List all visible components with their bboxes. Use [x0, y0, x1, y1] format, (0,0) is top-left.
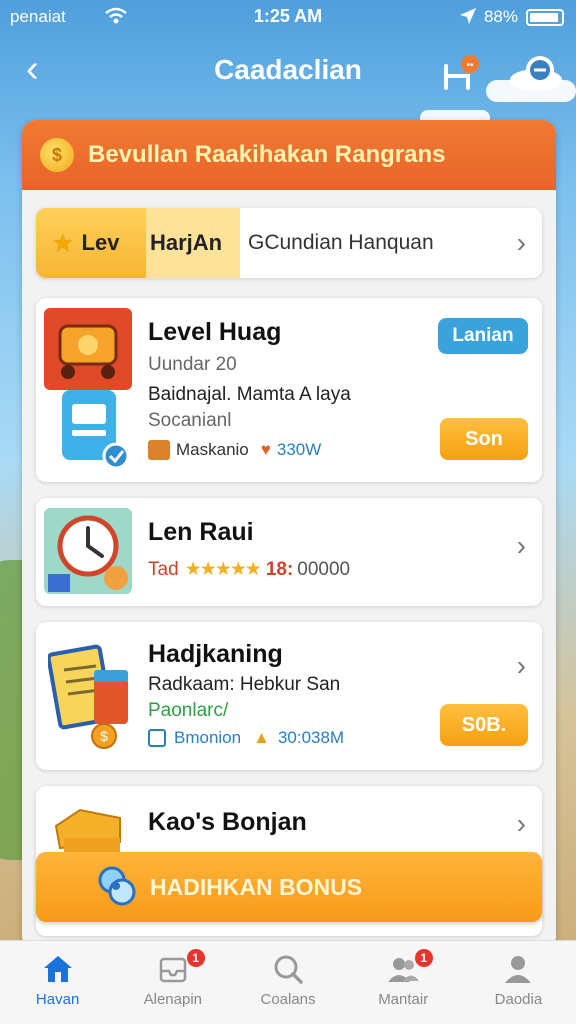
location-arrow-icon: [460, 8, 476, 24]
tab-bar: Havan 1 Alenapin Coalans 1 Mantair Daodi…: [0, 940, 576, 1024]
checkbox-icon: [148, 729, 166, 747]
item-caption: Paonlarc/: [148, 700, 229, 721]
clipboard-gift-icon: $: [48, 644, 128, 749]
app-header: ‹ Caadaclian ••: [0, 44, 576, 100]
level-name: HarjAn: [146, 208, 240, 278]
tab-home[interactable]: Havan: [0, 941, 115, 1024]
rating-count: 00000: [297, 558, 351, 580]
item-meta: Bmonion ▲ 30:038M: [148, 728, 344, 748]
meta-label: Maskanio: [176, 440, 249, 459]
main-card: $ Bevullan Raakihakan Rangrans ★ Lev Har…: [22, 120, 556, 950]
profile-icon: [505, 956, 532, 983]
tab-profile[interactable]: Daodia: [461, 941, 576, 1024]
notification-badge: 1: [186, 949, 205, 967]
inbox-icon: [159, 957, 187, 983]
page-title: Caadaclian: [214, 54, 362, 85]
tab-label: Havan: [35, 991, 80, 1008]
svg-text:••: ••: [466, 60, 474, 71]
bonus-button[interactable]: HADIHKAN BONUS: [36, 852, 542, 922]
list-item[interactable]: $ Hadjkaning Radkaam: Hebkur San Paonlar…: [36, 622, 542, 770]
svg-text:$: $: [100, 728, 108, 744]
bonus-label: HADIHKAN BONUS: [150, 873, 363, 900]
chevron-right-icon[interactable]: ›: [517, 808, 526, 840]
clock-game-icon: [44, 508, 132, 594]
chevron-right-icon[interactable]: ›: [517, 650, 526, 682]
item-description: Radkaam: Hebkur San: [148, 674, 341, 695]
level-segment: ★ Lev: [36, 208, 146, 278]
chevron-right-icon[interactable]: ›: [517, 530, 526, 562]
tab-label: Daodia: [494, 991, 543, 1008]
item-description: Baidnajal. Mamta A laya: [148, 384, 351, 405]
item-subtitle: Uundar 20: [148, 354, 237, 375]
meta-value: 330W: [276, 440, 322, 459]
home-icon: [43, 956, 72, 982]
meta-value: 30:038M: [277, 728, 345, 747]
notification-badge: 1: [414, 949, 433, 967]
search-icon: [274, 955, 303, 984]
battery-percent: 88%: [483, 7, 518, 26]
item-rating: Tad ★★★★★ 18: 00000: [148, 558, 350, 581]
tab-label: Alenapin: [143, 991, 202, 1008]
item-caption: Socanianl: [148, 410, 232, 431]
cloud-profile-icon[interactable]: [508, 50, 564, 94]
status-bar: penaiat 1:25 AM 88%: [0, 0, 576, 34]
action-button[interactable]: Son: [440, 418, 528, 460]
rating-stars-icon: ★★★★★: [184, 559, 262, 580]
action-button[interactable]: S0B.: [440, 704, 528, 746]
list-item[interactable]: Level Huag Uundar 20 Baidnajal. Mamta A …: [36, 298, 542, 482]
chevron-right-icon: ›: [516, 227, 526, 258]
tab-search[interactable]: Coalans: [230, 941, 345, 1024]
status-badge[interactable]: Lanian: [438, 318, 528, 354]
box-icon: [148, 440, 170, 460]
tab-inbox[interactable]: 1 Alenapin: [115, 941, 230, 1024]
tab-label: Mantair: [378, 991, 429, 1008]
item-title: Len Raui: [148, 518, 254, 546]
thumb-icon: ▲: [253, 728, 270, 747]
star-icon: ★: [52, 229, 74, 257]
heart-icon: ♥: [260, 440, 271, 459]
level-description-text: GCundian Hanquan: [248, 231, 434, 254]
item-title: Hadjkaning: [148, 640, 283, 668]
item-title: Level Huag: [148, 318, 282, 346]
banner-title: Bevullan Raakihakan Rangrans: [88, 141, 446, 168]
coin-icon: $: [40, 138, 74, 172]
tab-label: Coalans: [260, 991, 316, 1008]
game-toy-icon: [44, 308, 132, 470]
rewards-banner: $ Bevullan Raakihakan Rangrans: [22, 120, 556, 190]
item-title: Kao's Bonjan: [148, 808, 307, 836]
chat-bubble-icon[interactable]: ••: [438, 52, 482, 96]
rating-value: 18:: [265, 558, 294, 580]
level-label: Lev: [81, 230, 120, 255]
list-item[interactable]: Len Raui Tad ★★★★★ 18: 00000 ›: [36, 498, 542, 606]
bonus-gift-icon: [98, 866, 136, 906]
battery-icon: [526, 9, 564, 26]
level-description: GCundian Hanquan ›: [240, 208, 542, 278]
level-bar[interactable]: ★ Lev HarjAn GCundian Hanquan ›: [36, 208, 542, 278]
rating-prefix: Tad: [148, 558, 179, 580]
meta-label: Bmonion: [174, 728, 242, 747]
tab-people[interactable]: 1 Mantair: [346, 941, 461, 1024]
item-meta: Maskanio ♥ 330W: [148, 440, 321, 460]
